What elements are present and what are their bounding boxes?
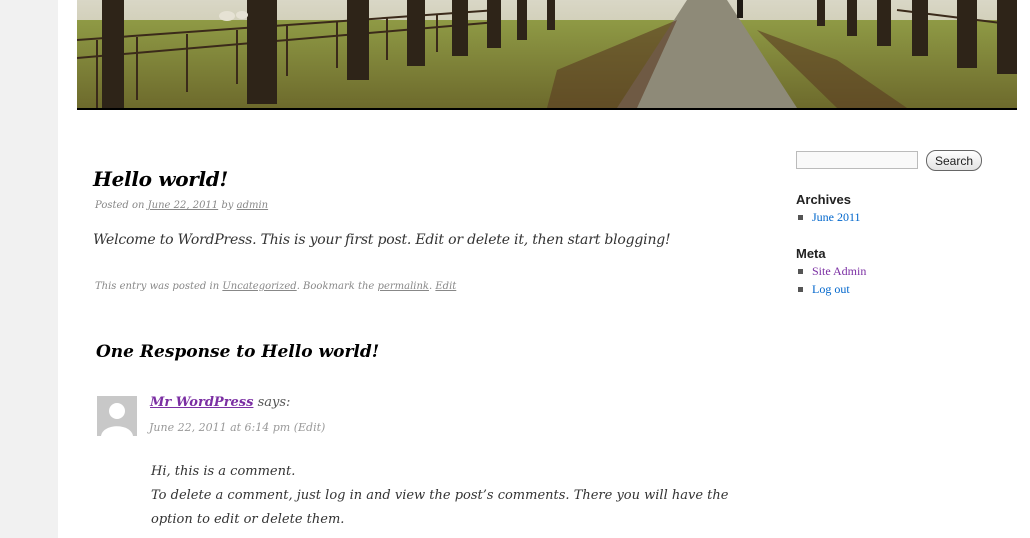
comment-meta: June 22, 2011 at 6:14 pm (Edit) (149, 421, 325, 434)
entry-meta: Posted on June 22, 2011 by admin (95, 200, 268, 211)
search-input[interactable] (796, 151, 918, 169)
post-title[interactable]: Hello world! (93, 167, 228, 191)
posted-in-label: This entry was posted in (95, 281, 220, 292)
permalink-link[interactable]: permalink (378, 281, 429, 292)
comments-title: One Response to Hello world! (96, 342, 380, 362)
archives-title: Archives (796, 192, 851, 207)
comment-author-link[interactable]: Mr WordPress (150, 395, 253, 410)
page: Hello world! Posted on June 22, 2011 by … (58, 0, 1030, 538)
bookmark-label: . Bookmark the (296, 281, 375, 292)
header-landscape-image (77, 0, 1017, 108)
post-author-link[interactable]: admin (237, 200, 268, 211)
meta-list: Site Admin Log out (796, 262, 866, 298)
entry-utility: This entry was posted in Uncategorized. … (95, 281, 456, 292)
edit-comment-link[interactable]: Edit (298, 421, 321, 434)
avatar (97, 396, 137, 436)
list-item: June 2011 (796, 208, 861, 226)
comment-author: Mr WordPress says: (150, 395, 290, 410)
default-avatar-icon (97, 396, 137, 436)
says-label: says: (257, 395, 291, 410)
archives-list: June 2011 (796, 208, 861, 226)
posted-on-label: Posted on (95, 200, 145, 211)
post-content: Welcome to WordPress. This is your first… (93, 232, 671, 248)
header-image[interactable] (77, 0, 1017, 108)
category-link[interactable]: Uncategorized (222, 281, 296, 292)
comment-body: Hi, this is a comment. To delete a comme… (151, 460, 751, 532)
site-admin-link[interactable]: Site Admin (812, 264, 866, 278)
comment-line: Hi, this is a comment. (151, 464, 296, 479)
edit-close-paren: ) (321, 421, 326, 434)
header-divider (77, 108, 1017, 110)
comment-datetime-link[interactable]: June 22, 2011 at 6:14 pm (149, 421, 290, 434)
log-out-link[interactable]: Log out (812, 282, 850, 296)
edit-post-link[interactable]: Edit (435, 281, 456, 292)
list-item: Log out (796, 280, 866, 298)
separator: . (429, 281, 433, 292)
list-item: Site Admin (796, 262, 866, 280)
comment-line: To delete a comment, just log in and vie… (151, 488, 729, 527)
by-label: by (221, 200, 234, 211)
post-date-link[interactable]: June 22, 2011 (148, 200, 219, 211)
meta-title: Meta (796, 246, 826, 261)
search-button[interactable]: Search (926, 150, 982, 171)
archive-link-june-2011[interactable]: June 2011 (812, 210, 861, 224)
